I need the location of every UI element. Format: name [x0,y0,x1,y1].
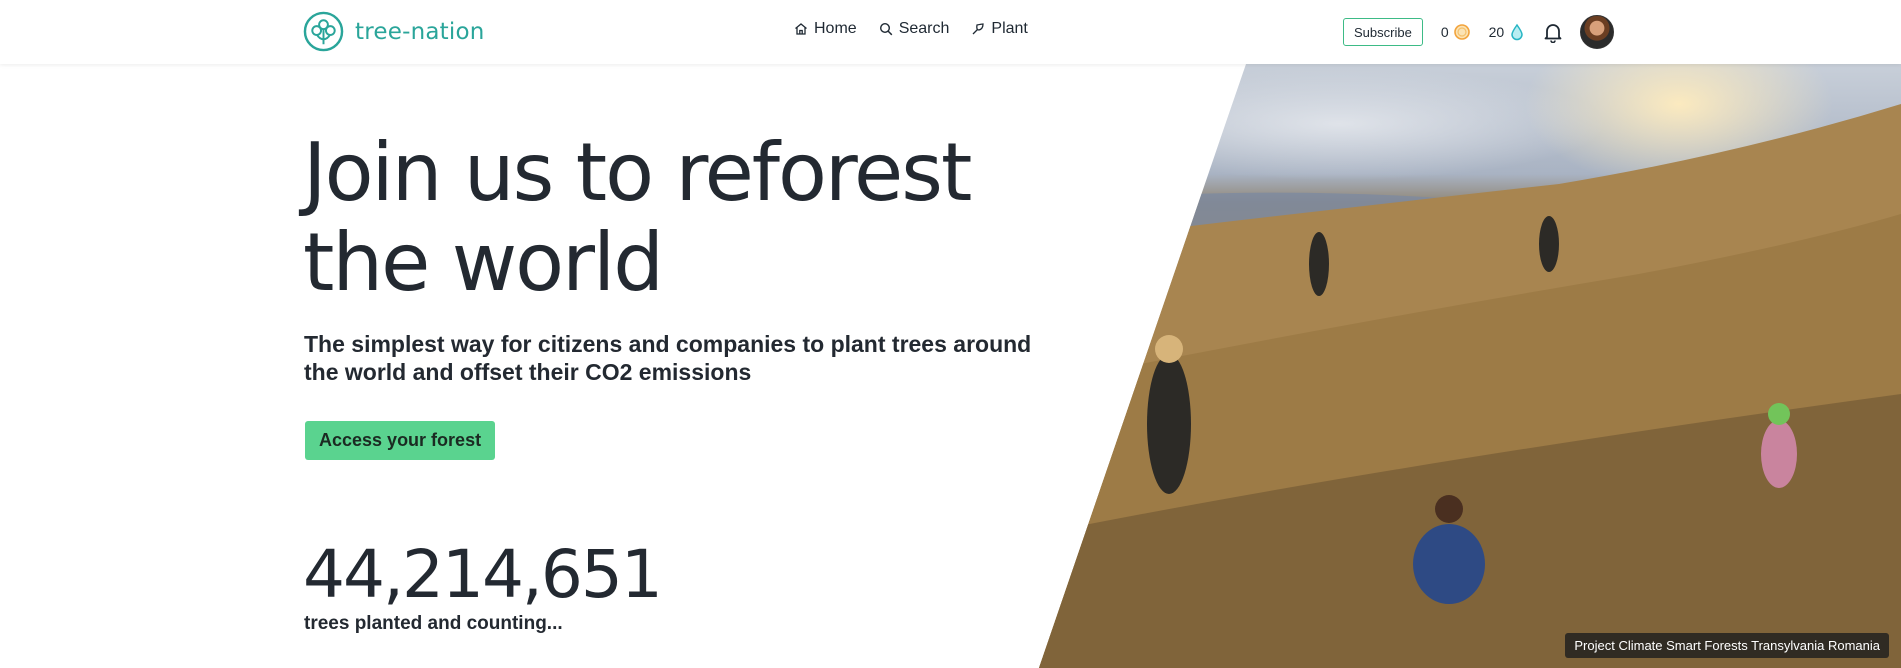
photo-caption: Project Climate Smart Forests Transylvan… [1565,633,1889,658]
nav-plant[interactable]: Plant [971,20,1028,38]
logo-text: tree-nation [355,18,485,45]
coins-counter[interactable]: 0 [1441,23,1471,41]
nav-search-label: Search [898,20,950,37]
top-navbar: tree-nation Home Search Plant Subscribe … [0,0,1901,64]
nav-search[interactable]: Search [879,20,950,38]
access-forest-button[interactable]: Access your forest [305,421,496,460]
notification-bell-icon[interactable] [1542,21,1564,43]
nav-home-label: Home [814,20,857,37]
coin-icon [1453,24,1470,40]
hero-title: Join us to reforest the world [303,126,972,309]
nav-plant-label: Plant [991,20,1028,37]
drops-counter[interactable]: 20 [1489,23,1527,41]
water-drop-icon [1511,23,1523,41]
nav-home[interactable]: Home [794,20,857,38]
main-nav: Home Search Plant [794,20,1028,38]
search-icon [879,22,893,36]
coins-count: 0 [1440,24,1449,40]
logo[interactable]: tree-nation [303,11,485,52]
hillside-illustration [1039,104,1901,668]
user-avatar[interactable] [1580,15,1615,49]
drops-count: 20 [1488,24,1505,40]
subscribe-button[interactable]: Subscribe [1343,18,1423,46]
hero-photo: Project Climate Smart Forests Transylvan… [1039,64,1901,668]
plant-icon [972,23,985,35]
trees-planted-count: 44,214,651 [303,536,663,613]
hero-subtitle: The simplest way for citizens and compan… [304,331,1032,385]
tree-logo-icon [303,11,344,52]
home-icon [795,23,807,35]
user-toolbar: Subscribe 0 20 [1343,15,1615,49]
trees-planted-label: trees planted and counting... [304,613,563,634]
